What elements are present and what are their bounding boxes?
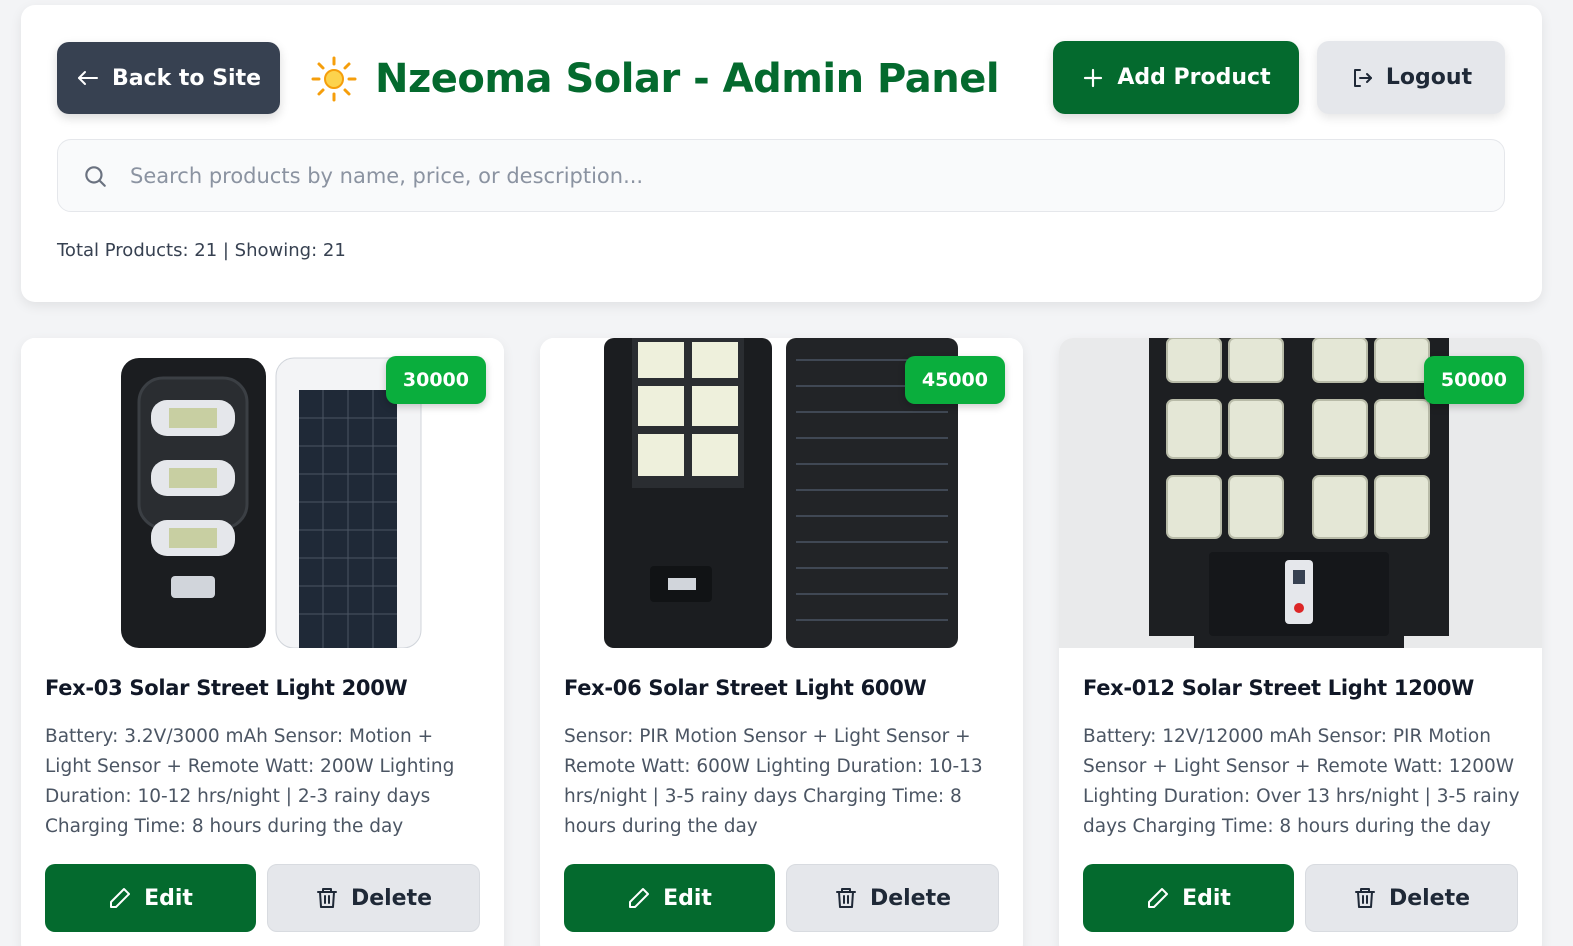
search-input[interactable] [130, 140, 1490, 211]
pencil-icon [1148, 888, 1169, 908]
logout-button[interactable]: Logout [1317, 41, 1505, 114]
delete-label: Delete [869, 885, 952, 911]
edit-button[interactable]: Edit [1083, 864, 1294, 932]
delete-button[interactable]: Delete [786, 864, 999, 932]
product-description: Battery: 3.2V/3000 mAh Sensor: Motion + … [45, 726, 455, 837]
sun-icon [311, 56, 357, 102]
arrow-left-icon [77, 71, 98, 85]
admin-header-card: Back to Site Nzeoma Solar - Admin Panel … [21, 5, 1542, 302]
price-badge: 30000 [385, 356, 486, 404]
product-card: 45000 Fex-06 Solar Street Light 600W Sen… [540, 338, 1023, 946]
delete-label: Delete [1388, 885, 1471, 911]
product-count: Total Products: 21 | Showing: 21 [57, 240, 346, 261]
logout-icon [1353, 68, 1372, 87]
pencil-icon [110, 888, 131, 908]
product-card: 30000 Fex-03 Solar Street Light 200W Bat… [21, 338, 504, 946]
back-to-site-label: Back to Site [111, 65, 262, 91]
product-name: Fex-06 Solar Street Light 600W [564, 676, 927, 700]
product-name: Fex-03 Solar Street Light 200W [45, 676, 408, 700]
trash-icon [316, 888, 337, 908]
search-icon [85, 166, 106, 187]
product-description: Sensor: PIR Motion Sensor + Light Sensor… [564, 726, 983, 837]
delete-label: Delete [350, 885, 433, 911]
product-description: Battery: 12V/12000 mAh Sensor: PIR Motio… [1083, 726, 1520, 837]
trash-icon [835, 888, 856, 908]
delete-button[interactable]: Delete [267, 864, 480, 932]
page-title: Nzeoma Solar - Admin Panel [375, 56, 1000, 102]
price-badge: 50000 [1423, 356, 1524, 404]
add-product-button[interactable]: Add Product [1053, 41, 1299, 114]
product-name: Fex-012 Solar Street Light 1200W [1083, 676, 1475, 700]
plus-icon [1084, 68, 1103, 87]
edit-label: Edit [663, 885, 712, 911]
product-card: 50000 Fex-012 Solar Street Light 1200W B… [1059, 338, 1542, 946]
trash-icon [1354, 888, 1375, 908]
edit-button[interactable]: Edit [45, 864, 256, 932]
price-badge: 45000 [904, 356, 1005, 404]
product-image: 30000 [21, 338, 504, 648]
logout-label: Logout [1385, 65, 1473, 90]
back-to-site-button[interactable]: Back to Site [57, 42, 280, 114]
delete-button[interactable]: Delete [1305, 864, 1518, 932]
edit-label: Edit [1182, 885, 1231, 911]
page-title-group: Nzeoma Solar - Admin Panel [311, 49, 1000, 109]
pencil-icon [629, 888, 650, 908]
search-box [57, 139, 1505, 212]
add-product-label: Add Product [1117, 65, 1271, 90]
edit-button[interactable]: Edit [564, 864, 775, 932]
product-image: 45000 [540, 338, 1023, 648]
product-image: 50000 [1059, 338, 1542, 648]
edit-label: Edit [144, 885, 193, 911]
